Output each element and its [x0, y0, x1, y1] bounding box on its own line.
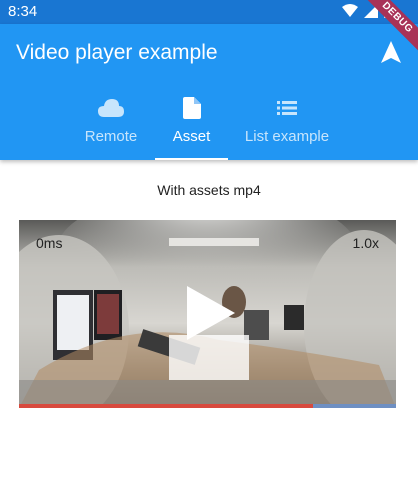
video-position: 0ms: [36, 235, 63, 251]
navigation-arrow-icon[interactable]: [380, 40, 402, 64]
tab-remote[interactable]: Remote: [64, 96, 158, 160]
tab-list-example[interactable]: List example: [234, 96, 340, 160]
app-title: Video player example: [16, 41, 218, 64]
file-icon: [182, 96, 201, 120]
list-icon: [277, 96, 297, 120]
wifi-icon: [342, 3, 358, 17]
tab-asset-label: Asset: [172, 128, 211, 145]
tab-asset[interactable]: Asset: [155, 96, 228, 160]
play-icon[interactable]: [185, 284, 237, 342]
video-progress-bar[interactable]: [19, 404, 396, 408]
tab-bar: Remote Asset List example: [0, 96, 418, 160]
tab-remote-label: Remote: [84, 128, 138, 145]
tab-list-example-label: List example: [244, 128, 330, 145]
video-caption: With assets mp4: [157, 182, 261, 198]
status-bar: 8:34: [0, 0, 418, 24]
video-progress-played: [19, 404, 314, 408]
video-player[interactable]: 0ms 1.0x: [19, 220, 396, 408]
status-time: 8:34: [8, 3, 38, 20]
tab-indicator: [155, 158, 228, 160]
playback-speed[interactable]: 1.0x: [353, 235, 379, 251]
cloud-icon: [98, 96, 124, 120]
app-bar: Video player example Remote Asset List e…: [0, 24, 418, 160]
